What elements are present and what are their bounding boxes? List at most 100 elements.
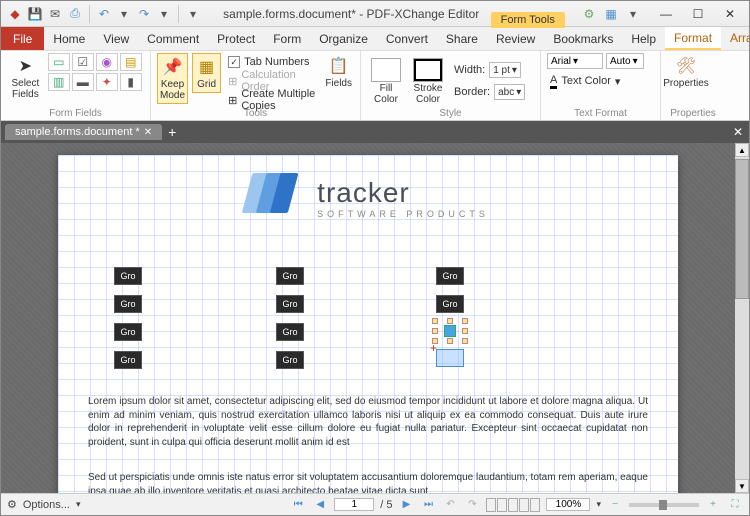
- selection-center: [444, 325, 456, 337]
- close-panel-icon[interactable]: ✕: [733, 125, 743, 139]
- tab-share[interactable]: Share: [437, 27, 487, 50]
- undo-icon[interactable]: ↶: [96, 6, 112, 22]
- tab-arrange[interactable]: Arrange: [721, 27, 750, 50]
- options-button[interactable]: Options...: [23, 499, 70, 511]
- print-icon[interactable]: ⎙: [67, 6, 83, 22]
- fill-color-button[interactable]: Fill Color: [367, 56, 405, 107]
- zoom-in-icon[interactable]: +: [705, 497, 721, 513]
- page-layout-buttons[interactable]: [486, 498, 540, 512]
- text-field-icon[interactable]: ▭: [48, 53, 70, 71]
- last-page-icon[interactable]: ⏭: [420, 497, 436, 513]
- file-tab[interactable]: File: [1, 27, 44, 50]
- properties-button[interactable]: 🛠 Properties: [667, 53, 705, 91]
- ribbon: ➤ Select Fields ▭ ☑ ◉ ▤ ▥ ▬ ✦ ▮ Form Fie…: [1, 51, 749, 121]
- fields-icon: 📋: [328, 55, 350, 77]
- logo-mark-icon: [247, 173, 307, 223]
- properties-icon: 🛠: [675, 55, 697, 77]
- form-field[interactable]: Gro: [276, 267, 304, 285]
- combo-field-icon[interactable]: ▤: [120, 53, 142, 71]
- contextual-tab-label: Form Tools: [491, 12, 565, 28]
- form-field[interactable]: Gro: [276, 323, 304, 341]
- font-size-dropdown[interactable]: Auto ▾: [606, 53, 644, 69]
- tab-review[interactable]: Review: [487, 27, 544, 50]
- zoom-slider[interactable]: [629, 503, 699, 507]
- fit-page-icon[interactable]: ⛶: [727, 497, 743, 513]
- document-page[interactable]: tracker SOFTWARE PRODUCTS Gro Gro Gro Gr…: [58, 155, 678, 493]
- tab-convert[interactable]: Convert: [377, 27, 437, 50]
- list-field-icon[interactable]: ▥: [48, 73, 70, 91]
- chevron-down-icon[interactable]: ▾: [185, 6, 201, 22]
- close-button[interactable]: ✕: [715, 4, 745, 24]
- form-field[interactable]: Gro: [114, 295, 142, 313]
- zoom-input[interactable]: [546, 498, 590, 511]
- tab-format[interactable]: Format: [665, 27, 721, 50]
- form-field[interactable]: Gro: [114, 267, 142, 285]
- placement-preview: [436, 349, 464, 367]
- add-tab-button[interactable]: +: [168, 124, 176, 140]
- form-field[interactable]: Gro: [276, 351, 304, 369]
- border-style-row: Border: abc ▾: [451, 83, 528, 101]
- vertical-scrollbar[interactable]: ▲ ▼: [735, 143, 749, 493]
- font-name-dropdown[interactable]: Arial ▾: [547, 53, 603, 69]
- pin-icon: 📌: [162, 56, 184, 78]
- form-field[interactable]: Gro: [436, 267, 464, 285]
- form-field[interactable]: Gro: [276, 295, 304, 313]
- logo-text: tracker: [317, 177, 489, 209]
- barcode-field-icon[interactable]: ▮: [120, 73, 142, 91]
- scroll-up-icon[interactable]: ▲: [735, 143, 749, 157]
- width-dropdown[interactable]: 1 pt ▾: [489, 62, 521, 78]
- nav-back-icon[interactable]: ↶: [442, 497, 458, 513]
- select-fields-button[interactable]: ➤ Select Fields: [7, 53, 44, 102]
- scroll-thumb[interactable]: [735, 159, 749, 299]
- page-number-input[interactable]: [334, 498, 374, 511]
- button-field-icon[interactable]: ▬: [72, 73, 94, 91]
- chevron-down-icon[interactable]: ▾: [156, 6, 172, 22]
- signature-field-icon[interactable]: ✦: [96, 73, 118, 91]
- document-tab-strip: sample.forms.document *✕ + ✕: [1, 121, 749, 143]
- chevron-down-icon[interactable]: ▾: [116, 6, 132, 22]
- first-page-icon[interactable]: ⏮: [290, 497, 306, 513]
- zoom-out-icon[interactable]: −: [607, 497, 623, 513]
- next-page-icon[interactable]: ▶: [398, 497, 414, 513]
- keep-mode-button[interactable]: 📌 Keep Mode: [157, 53, 188, 104]
- tab-organize[interactable]: Organize: [310, 27, 377, 50]
- close-tab-icon[interactable]: ✕: [144, 127, 152, 138]
- create-multiple-copies-button[interactable]: ⊞Create Multiple Copies: [225, 91, 319, 109]
- tab-help[interactable]: Help: [622, 27, 665, 50]
- document-tab[interactable]: sample.forms.document *✕: [5, 124, 162, 140]
- form-field[interactable]: Gro: [114, 351, 142, 369]
- redo-icon[interactable]: ↷: [136, 6, 152, 22]
- customize-icon[interactable]: ⚙: [581, 6, 597, 22]
- ui-toggle-icon[interactable]: ▦: [603, 6, 619, 22]
- fill-swatch: [371, 58, 401, 82]
- radio-field-icon[interactable]: ◉: [96, 53, 118, 71]
- chevron-down-icon[interactable]: ▾: [625, 6, 641, 22]
- form-field[interactable]: Gro: [114, 323, 142, 341]
- prev-page-icon[interactable]: ◀: [312, 497, 328, 513]
- mail-icon[interactable]: ✉: [47, 6, 63, 22]
- grid-button[interactable]: ▦ Grid: [192, 53, 221, 93]
- text-color-button[interactable]: A Text Color ▾: [547, 72, 644, 90]
- save-icon[interactable]: 💾: [27, 6, 43, 22]
- title-bar: ◆ 💾 ✉ ⎙ ↶ ▾ ↷ ▾ ▾ sample.forms.document*…: [1, 1, 749, 27]
- fields-pane-button[interactable]: 📋 Fields: [323, 53, 354, 91]
- checkbox-field-icon[interactable]: ☑: [72, 53, 94, 71]
- scroll-down-icon[interactable]: ▼: [735, 479, 749, 493]
- group-label-style: Style: [361, 108, 540, 120]
- workspace: tracker SOFTWARE PRODUCTS Gro Gro Gro Gr…: [1, 143, 749, 493]
- form-field[interactable]: Gro: [436, 295, 464, 313]
- tab-comment[interactable]: Comment: [138, 27, 208, 50]
- tab-view[interactable]: View: [94, 27, 138, 50]
- selected-form-field[interactable]: [435, 321, 465, 341]
- minimize-button[interactable]: —: [651, 4, 681, 24]
- nav-fwd-icon[interactable]: ↷: [464, 497, 480, 513]
- tab-protect[interactable]: Protect: [208, 27, 264, 50]
- tab-bookmarks[interactable]: Bookmarks: [544, 27, 622, 50]
- tab-form[interactable]: Form: [264, 27, 310, 50]
- tab-home[interactable]: Home: [44, 27, 94, 50]
- border-dropdown[interactable]: abc ▾: [494, 84, 525, 100]
- options-gear-icon[interactable]: ⚙: [7, 498, 17, 511]
- stroke-color-button[interactable]: Stroke Color: [409, 56, 447, 107]
- canvas[interactable]: tracker SOFTWARE PRODUCTS Gro Gro Gro Gr…: [1, 143, 735, 493]
- maximize-button[interactable]: ☐: [683, 4, 713, 24]
